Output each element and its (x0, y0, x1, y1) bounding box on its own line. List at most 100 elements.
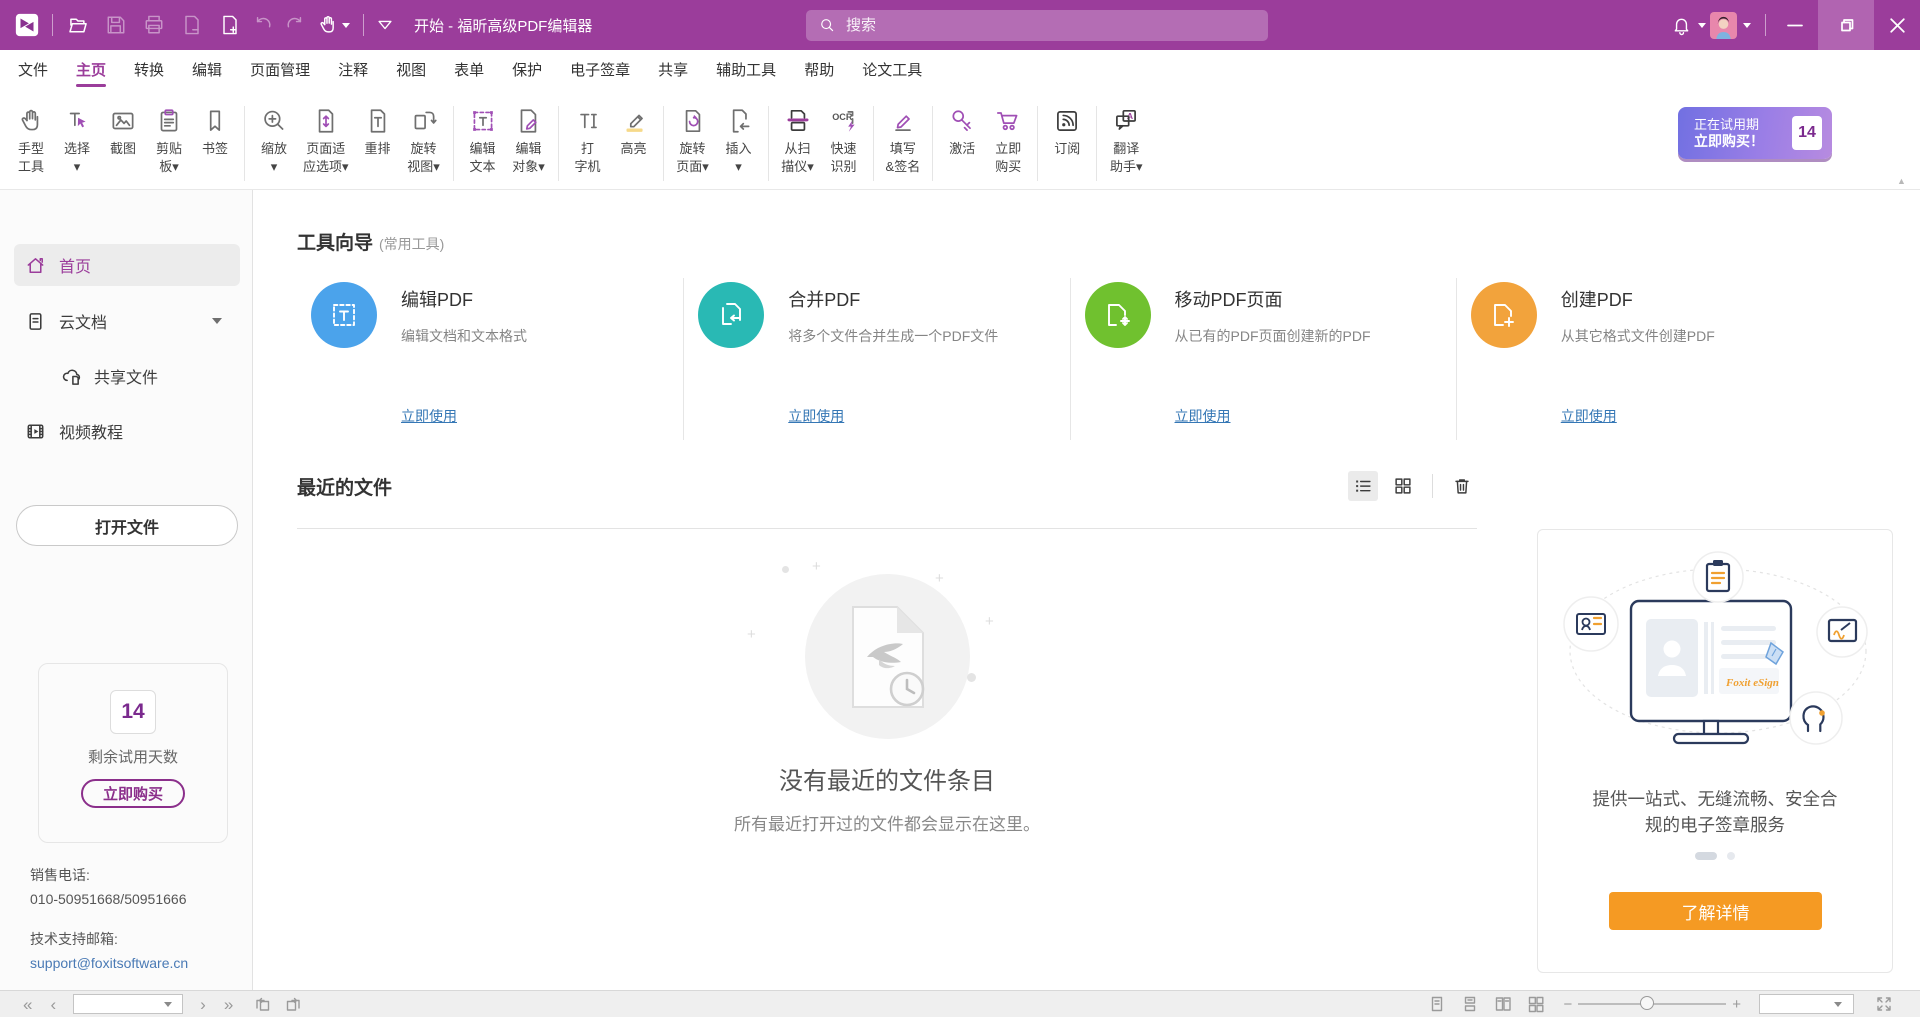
clipboard-button[interactable]: 剪贴板▾ (146, 103, 192, 176)
sidebar-item-home[interactable]: 首页 (14, 244, 240, 286)
menu-view[interactable]: 视图 (382, 59, 440, 87)
next-view-button[interactable] (282, 993, 306, 1015)
menu-edit[interactable]: 编辑 (178, 59, 236, 87)
carousel-dot[interactable] (1727, 852, 1735, 860)
clear-recent-trash-button[interactable] (1447, 471, 1477, 501)
redo-icon[interactable] (279, 0, 309, 50)
account-caret[interactable] (1743, 23, 1751, 28)
select-tool-button[interactable]: 选择▾ (54, 103, 100, 176)
sidebar-item-cloud-docs[interactable]: 云文档 (14, 300, 240, 342)
fullscreen-button[interactable] (1872, 993, 1896, 1015)
card-edit-pdf[interactable]: 编辑PDF 编辑文档和文本格式 立即使用 (297, 278, 683, 440)
first-page-button[interactable]: « (14, 996, 41, 1013)
menu-protect[interactable]: 保护 (498, 59, 556, 87)
menu-help[interactable]: 帮助 (790, 59, 848, 87)
hand-tool-quick-icon[interactable] (309, 0, 357, 50)
close-button[interactable] (1874, 0, 1920, 50)
menu-paper-tools[interactable]: 论文工具 (848, 59, 936, 87)
rotate-view-button[interactable]: 旋转视图▾ (401, 103, 447, 176)
card-move-pdf-pages[interactable]: 移动PDF页面 从已有的PDF页面创建新的PDF 立即使用 (1070, 278, 1456, 440)
support-email-link[interactable]: support@foxitsoftware.cn (30, 954, 188, 973)
restore-button[interactable] (1818, 0, 1874, 50)
zoom-level-combobox[interactable] (1759, 994, 1854, 1014)
menu-accessibility[interactable]: 辅助工具 (702, 59, 790, 87)
grid-view-button[interactable] (1388, 471, 1418, 501)
hand-tool-button[interactable]: 手型工具 (8, 103, 54, 176)
menu-file[interactable]: 文件 (4, 59, 62, 87)
sidebar-item-shared-files[interactable]: 共享文件 (14, 355, 240, 397)
prev-page-button[interactable]: ‹ (41, 996, 65, 1013)
sidebar-item-video-tutorials[interactable]: 视频教程 (14, 410, 240, 452)
menu-share[interactable]: 共享 (644, 59, 702, 87)
zoom-level-input[interactable] (1760, 997, 1832, 1011)
zoom-button[interactable]: 缩放▾ (251, 103, 297, 176)
notifications-bell-icon[interactable] (1666, 0, 1696, 50)
carousel-dot-active[interactable] (1695, 852, 1717, 860)
zoom-slider-knob[interactable] (1640, 996, 1654, 1010)
cloud-docs-expand-caret[interactable] (212, 318, 222, 324)
edit-text-button[interactable]: 编辑文本 (460, 103, 506, 176)
fill-sign-button[interactable]: 填写&签名 (880, 103, 927, 176)
page-number-caret[interactable] (164, 1002, 172, 1007)
scrollbar-up-arrow[interactable]: ▲ (1897, 176, 1906, 186)
edit-object-button[interactable]: 编辑对象▾ (506, 103, 552, 176)
last-page-button[interactable]: » (215, 996, 242, 1013)
card-create-pdf[interactable]: 创建PDF 从其它格式文件创建PDF 立即使用 (1456, 278, 1842, 440)
typewriter-button[interactable]: 打字机 (565, 103, 611, 176)
translate-assistant-button[interactable]: A 翻译助手▾ (1103, 103, 1149, 176)
highlight-button[interactable]: 高亮 (611, 103, 657, 158)
buy-now-button[interactable]: 立即购买 (985, 103, 1031, 176)
search-box[interactable] (806, 10, 1268, 41)
trial-period-badge[interactable]: 正在试用期 立即购买！ 14 (1678, 107, 1832, 159)
subscribe-button[interactable]: 订阅 (1044, 103, 1090, 158)
learn-more-button[interactable]: 了解详情 (1609, 892, 1822, 930)
save-icon[interactable] (97, 0, 135, 50)
zoom-in-button[interactable]: + (1726, 996, 1747, 1013)
continuous-view-button[interactable] (1458, 993, 1482, 1015)
rotate-page-button[interactable]: 旋转页面▾ (670, 103, 716, 176)
search-input[interactable] (846, 17, 1226, 34)
notifications-caret[interactable] (1698, 23, 1706, 28)
page-fit-options-button[interactable]: 页面适应选项▾ (297, 103, 355, 176)
menu-comment[interactable]: 注释 (324, 59, 382, 87)
activate-button[interactable]: 激活 (939, 103, 985, 158)
page-number-input[interactable] (74, 997, 162, 1011)
use-now-link[interactable]: 立即使用 (788, 406, 844, 426)
menu-page-organize[interactable]: 页面管理 (236, 59, 324, 87)
card-merge-pdf[interactable]: 合并PDF 将多个文件合并生成一个PDF文件 立即使用 (683, 278, 1069, 440)
quick-ocr-button[interactable]: OCR 快速识别 (821, 103, 867, 176)
open-file-button[interactable]: 打开文件 (16, 505, 238, 546)
continuous-facing-view-button[interactable] (1524, 993, 1548, 1015)
list-view-button[interactable] (1348, 471, 1378, 501)
use-now-link[interactable]: 立即使用 (401, 406, 457, 426)
insert-page-button[interactable]: 插入▾ (716, 103, 762, 176)
menu-convert[interactable]: 转换 (120, 59, 178, 87)
zoom-slider[interactable] (1578, 1003, 1726, 1005)
undo-icon[interactable] (249, 0, 279, 50)
menu-esign[interactable]: 电子签章 (556, 59, 644, 87)
use-now-link[interactable]: 立即使用 (1561, 406, 1617, 426)
add-page-icon[interactable] (211, 0, 249, 50)
bookmark-button[interactable]: 书签 (192, 103, 238, 158)
buy-now-pill-button[interactable]: 立即购买 (81, 779, 185, 808)
previous-view-button[interactable] (250, 993, 274, 1015)
single-page-view-button[interactable] (1425, 993, 1449, 1015)
promo-carousel-dots[interactable] (1538, 852, 1892, 860)
menu-form[interactable]: 表单 (440, 59, 498, 87)
user-avatar[interactable] (1710, 12, 1737, 39)
zoom-level-caret[interactable] (1834, 1002, 1842, 1007)
menu-home[interactable]: 主页 (62, 59, 120, 87)
delete-page-icon[interactable] (173, 0, 211, 50)
page-number-combobox[interactable] (73, 994, 183, 1014)
zoom-out-button[interactable]: − (1557, 996, 1578, 1013)
from-scanner-button[interactable]: 从扫描仪▾ (775, 103, 821, 176)
facing-view-button[interactable] (1491, 993, 1515, 1015)
minimize-button[interactable] (1772, 0, 1818, 50)
use-now-link[interactable]: 立即使用 (1175, 406, 1231, 426)
snapshot-button[interactable]: 截图 (100, 103, 146, 158)
reflow-button[interactable]: 重排 (355, 103, 401, 158)
print-icon[interactable] (135, 0, 173, 50)
collapse-ribbon-icon[interactable] (370, 0, 400, 50)
open-file-icon[interactable] (59, 0, 97, 50)
next-page-button[interactable]: › (191, 996, 215, 1013)
